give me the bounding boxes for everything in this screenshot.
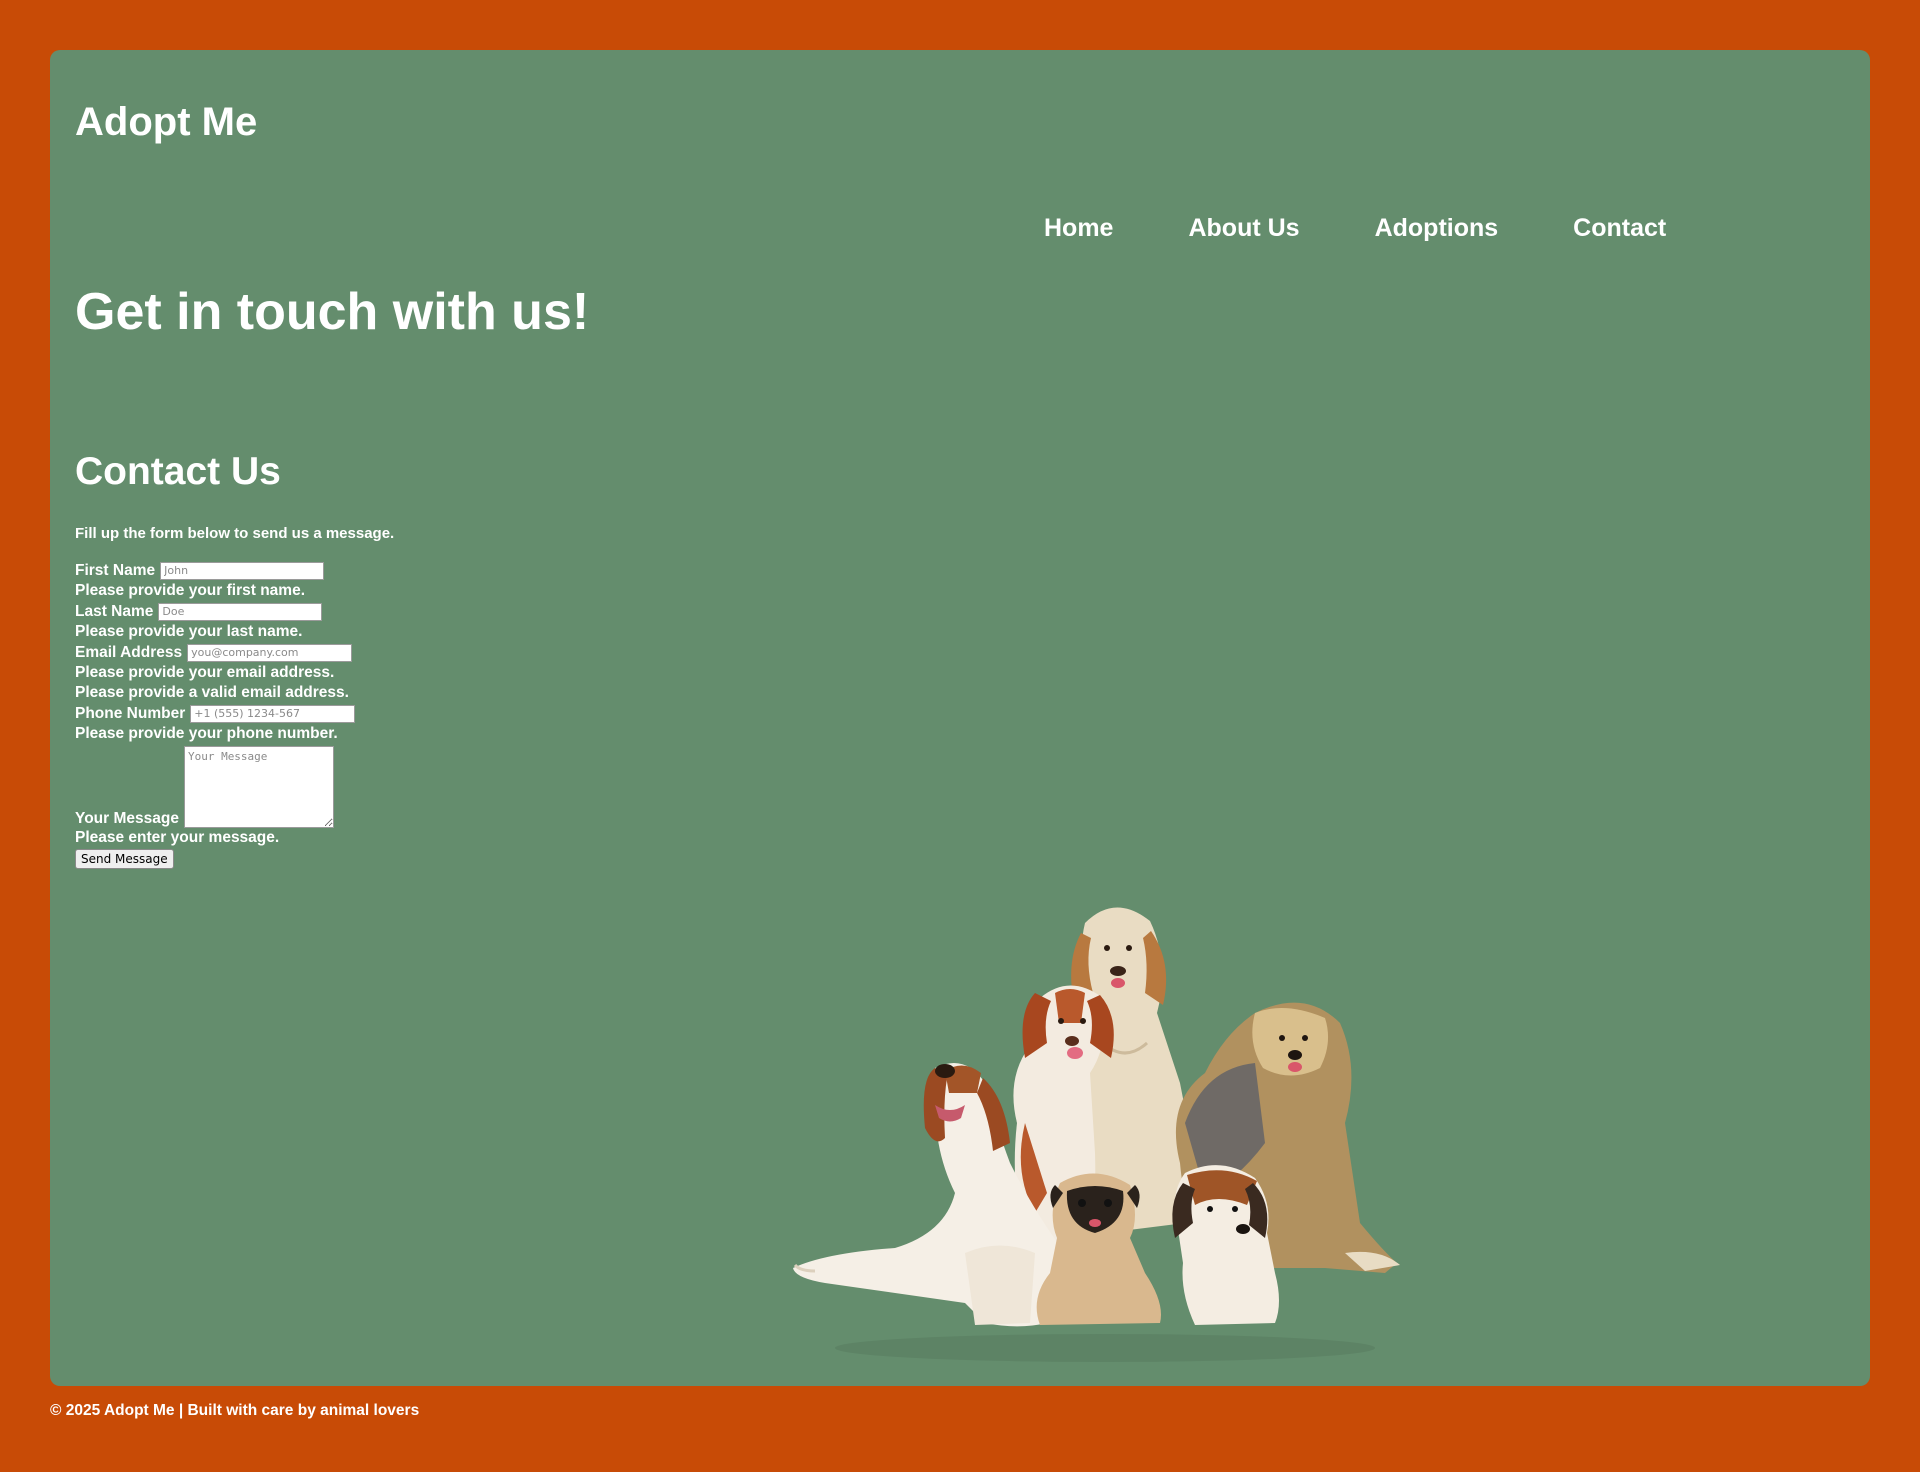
message-row: Your Message [75, 744, 355, 828]
site-title: Adopt Me [75, 100, 258, 144]
nav-link-contact[interactable]: Contact [1573, 216, 1666, 241]
first-name-label: First Name [75, 561, 156, 579]
email-label: Email Address [75, 643, 183, 661]
phone-label: Phone Number [75, 704, 186, 722]
phone-input[interactable] [190, 704, 356, 723]
email-required-error: Please provide your email address. [75, 664, 335, 681]
message-textarea[interactable] [183, 746, 334, 828]
nav-link-home[interactable]: Home [1044, 216, 1113, 241]
email-row: Email Address [75, 642, 355, 663]
contact-form: First Name Please provide your first nam… [75, 560, 356, 869]
dogs-image [793, 907, 1400, 1362]
hero-title: Get in touch with us! [75, 283, 590, 341]
last-name-row: Last Name [75, 601, 355, 622]
send-message-button[interactable]: Send Message [75, 849, 174, 869]
main-nav: Home About Us Adoptions Contact [1044, 216, 1666, 241]
form-intro: Fill up the form below to send us a mess… [75, 525, 395, 542]
first-name-error: Please provide your first name. [75, 582, 306, 599]
nav-link-adoptions[interactable]: Adoptions [1375, 216, 1499, 241]
phone-row: Phone Number [75, 703, 356, 724]
first-name-input[interactable] [160, 561, 325, 580]
email-invalid-error: Please provide a valid email address. [75, 684, 349, 701]
main-panel: Adopt Me Home About Us Adoptions Contact… [50, 50, 1870, 1386]
last-name-label: Last Name [75, 602, 154, 620]
first-name-row: First Name [75, 560, 355, 581]
contact-heading: Contact Us [75, 450, 281, 493]
message-error: Please enter your message. [75, 829, 280, 846]
nav-link-about-us[interactable]: About Us [1188, 216, 1299, 241]
last-name-error: Please provide your last name. [75, 623, 303, 640]
message-label: Your Message [75, 810, 179, 827]
last-name-input[interactable] [158, 602, 323, 621]
email-input[interactable] [187, 643, 353, 662]
phone-error: Please provide your phone number. [75, 725, 338, 742]
footer-text: © 2025 Adopt Me | Built with care by ani… [50, 1402, 420, 1419]
